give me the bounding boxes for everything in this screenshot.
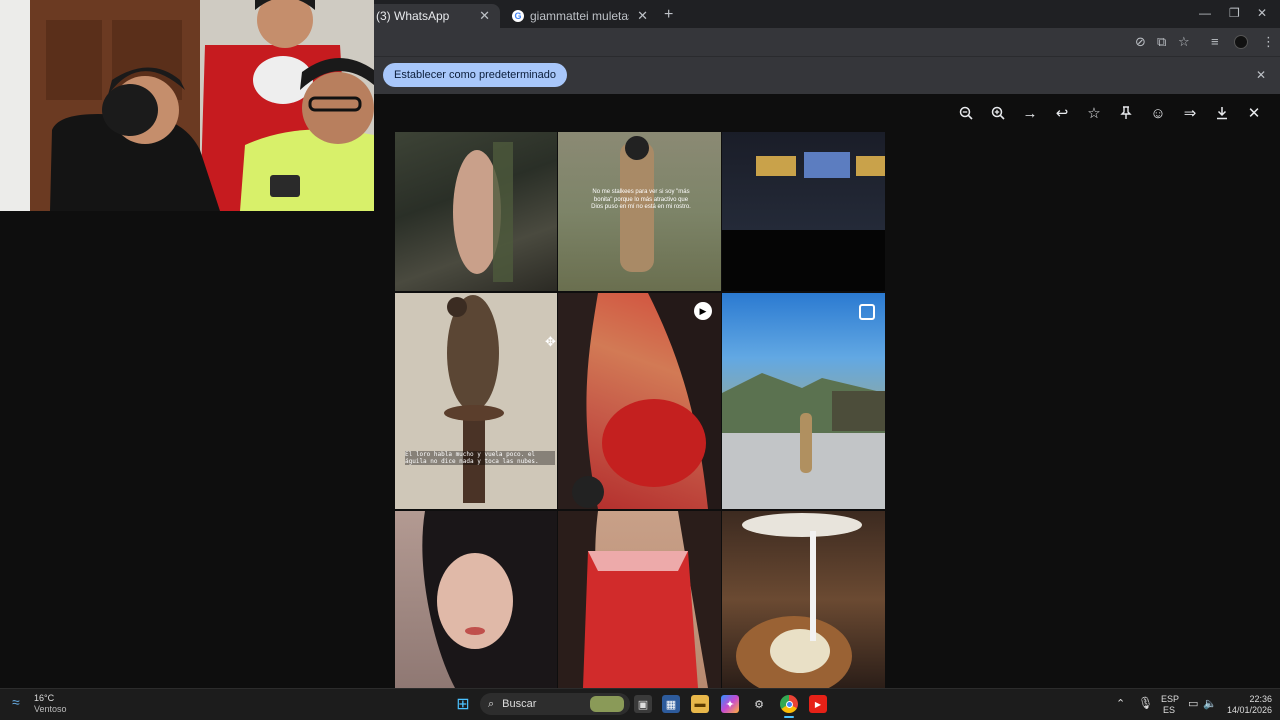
photo-thumbnail[interactable] xyxy=(395,132,557,291)
zoom-in-icon[interactable] xyxy=(989,104,1007,122)
minimize-icon[interactable]: — xyxy=(1199,6,1211,20)
chrome-icon[interactable] xyxy=(780,695,798,713)
photo-thumbnail[interactable]: El loro habla mucho y vuela poco. el águ… xyxy=(395,293,557,509)
file-explorer-icon[interactable]: ▬ xyxy=(691,695,709,713)
volume-icon[interactable]: 🔈 xyxy=(1203,697,1217,710)
caption-text: No me stalkees para ver si soy "más boni… xyxy=(591,189,691,210)
photo-thumbnail[interactable] xyxy=(722,293,885,509)
menu-dots-icon[interactable]: ⋮ xyxy=(1262,34,1275,50)
carousel-icon xyxy=(859,304,875,320)
weather-temp: 16°C xyxy=(34,693,55,703)
windows-start-icon[interactable]: ⊞ xyxy=(454,695,472,713)
photo-thumbnail[interactable] xyxy=(722,511,885,688)
active-app-indicator xyxy=(784,716,794,718)
set-default-button[interactable]: Establecer como predeterminado xyxy=(383,63,568,87)
wind-icon: ≈ xyxy=(12,694,20,710)
language-bottom: ES xyxy=(1163,705,1176,715)
clock-time[interactable]: 22:36 xyxy=(1248,694,1272,704)
photo-grid: No me stalkees para ver si soy "más boni… xyxy=(395,132,885,688)
language-top[interactable]: ESP xyxy=(1161,694,1179,704)
video-thumbnail[interactable]: ▶ xyxy=(558,293,721,509)
photo-thumbnail[interactable] xyxy=(395,511,557,688)
close-icon[interactable]: ✕ xyxy=(1245,104,1263,122)
caption-text: El loro habla mucho y vuela poco. el águ… xyxy=(405,451,555,466)
play-video-icon: ▶ xyxy=(694,302,712,320)
search-highlight-image xyxy=(590,696,624,712)
tab-whatsapp[interactable]: (3) WhatsApp ✕ xyxy=(366,4,500,28)
pin-icon[interactable] xyxy=(1117,104,1135,122)
tab-label: (3) WhatsApp xyxy=(376,9,450,23)
youtube-icon[interactable]: ▶ xyxy=(809,695,827,713)
taskbar-search[interactable]: ⌕ Buscar xyxy=(480,693,630,715)
store-icon[interactable]: ▦ xyxy=(662,695,680,713)
eye-off-icon[interactable]: ⊘ xyxy=(1135,34,1146,50)
restore-icon[interactable]: ❐ xyxy=(1229,6,1240,20)
plus-icon[interactable]: + xyxy=(664,6,673,24)
close-icon[interactable]: ✕ xyxy=(1256,68,1266,82)
search-placeholder: Buscar xyxy=(502,698,537,710)
network-icon[interactable]: ▭ xyxy=(1188,697,1198,710)
window-close-icon[interactable]: ✕ xyxy=(1257,6,1267,20)
weather-desc: Ventoso xyxy=(34,704,67,714)
photo-thumbnail[interactable]: No me stalkees para ver si soy "más boni… xyxy=(558,132,721,291)
microphone-icon[interactable]: 🎙 xyxy=(1138,696,1153,710)
photo-thumbnail[interactable] xyxy=(722,132,885,291)
tab-google-search[interactable]: G giammattei muletas - Buscar con Google… xyxy=(502,4,658,28)
copilot-icon[interactable]: ✦ xyxy=(721,695,739,713)
close-icon[interactable]: ✕ xyxy=(629,8,648,24)
tab-search-icon[interactable]: ≡ xyxy=(1211,34,1219,49)
avatar[interactable] xyxy=(1234,35,1248,49)
share-icon[interactable]: ⇒ xyxy=(1181,104,1199,122)
close-icon[interactable]: ✕ xyxy=(471,8,490,24)
photo-thumbnail[interactable] xyxy=(558,511,721,688)
google-icon: G xyxy=(512,10,524,22)
search-icon: ⌕ xyxy=(488,697,495,710)
clock-date[interactable]: 14/01/2026 xyxy=(1224,705,1272,715)
star-icon[interactable]: ☆ xyxy=(1085,104,1103,122)
move-cursor-icon: ✥ xyxy=(545,334,556,349)
webcam-overlay xyxy=(0,0,374,211)
tab-label: giammattei muletas - Buscar con Google xyxy=(530,9,629,23)
zoom-out-icon[interactable] xyxy=(957,104,975,122)
settings-gear-icon[interactable]: ⚙ xyxy=(750,695,768,713)
install-app-icon[interactable]: ⧉ xyxy=(1157,34,1166,50)
task-view-icon[interactable]: ▣ xyxy=(634,695,652,713)
chevron-up-icon[interactable]: ⌃ xyxy=(1116,697,1125,710)
emoji-icon[interactable]: ☺ xyxy=(1149,104,1167,122)
reply-icon[interactable]: ↩ xyxy=(1053,104,1071,122)
download-icon[interactable] xyxy=(1213,104,1231,122)
forward-arrow-icon[interactable]: → xyxy=(1021,104,1039,122)
bookmark-star-icon[interactable]: ☆ xyxy=(1178,34,1190,50)
